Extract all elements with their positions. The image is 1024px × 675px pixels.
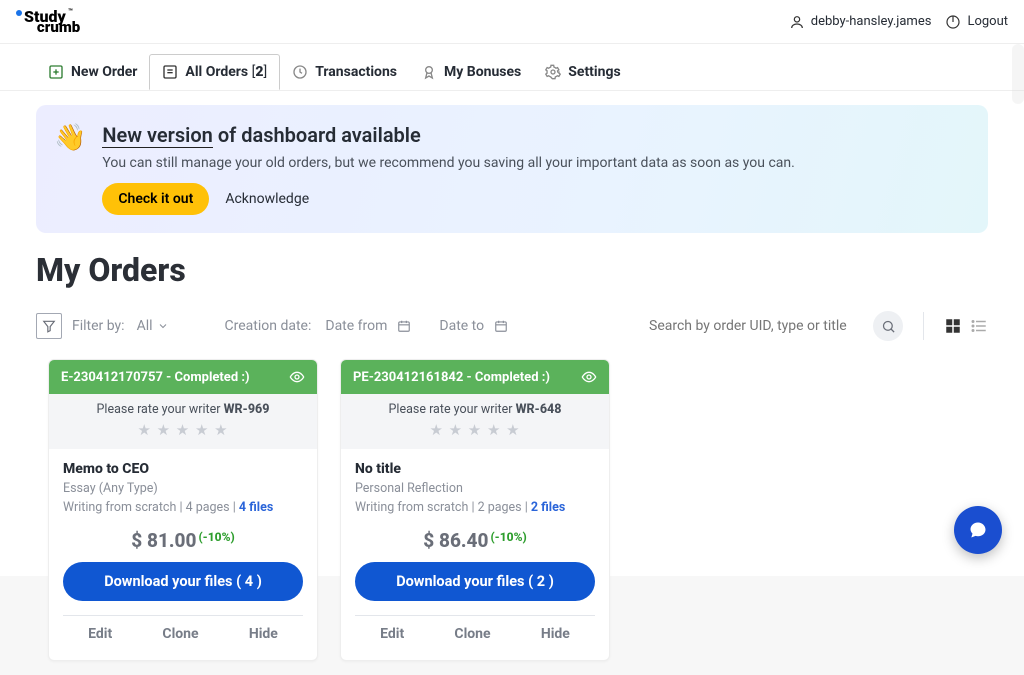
order-title: Memo to CEO [63, 461, 303, 477]
filter-icon[interactable] [36, 313, 62, 339]
calendar-icon [397, 319, 411, 333]
tab-settings[interactable]: Settings [533, 54, 632, 90]
logout-link[interactable]: Logout [945, 14, 1008, 30]
order-discount: (-10%) [490, 530, 526, 544]
order-price: $ 81.00 [131, 529, 196, 552]
page-title: My Orders [36, 251, 988, 289]
search-icon [881, 319, 896, 334]
brand-logo[interactable]: Study™ crumb [16, 9, 80, 35]
chat-icon [968, 520, 988, 540]
eye-icon[interactable] [289, 369, 305, 385]
chat-fab[interactable] [954, 506, 1002, 554]
badge-icon [421, 64, 437, 80]
edit-action[interactable]: Edit [380, 626, 404, 642]
tab-label: Settings [568, 64, 620, 80]
download-files-button[interactable]: Download your files ( 2 ) [355, 562, 595, 601]
order-discount: (-10%) [198, 530, 234, 544]
filter-by-label: Filter by: [72, 318, 125, 334]
person-icon [789, 14, 805, 30]
search-input[interactable] [649, 311, 869, 341]
order-type: Essay (Any Type) [63, 481, 303, 496]
order-card: E-230412170757 - Completed :) Please rat… [48, 359, 318, 661]
wave-icon: 👋 [54, 125, 86, 215]
edit-action[interactable]: Edit [88, 626, 112, 642]
rate-writer-row: Please rate your writer WR-648 ★ ★ ★ ★ ★ [341, 394, 609, 449]
files-link[interactable]: 4 files [239, 500, 273, 515]
order-card-header[interactable]: E-230412170757 - Completed :) [49, 360, 317, 394]
clone-action[interactable]: Clone [162, 626, 198, 642]
check-it-out-button[interactable]: Check it out [102, 183, 209, 215]
order-card: PE-230412161842 - Completed :) Please ra… [340, 359, 610, 661]
logout-icon [945, 14, 961, 30]
tab-label: New Order [71, 64, 137, 80]
version-banner: 👋 New version of dashboard available You… [36, 105, 988, 233]
rating-stars[interactable]: ★ ★ ★ ★ ★ [49, 421, 317, 439]
tab-new-order[interactable]: New Order [36, 54, 149, 90]
nav-tabs: New Order All Orders [2] Transactions My… [0, 44, 1024, 91]
calendar-icon [494, 319, 508, 333]
hide-action[interactable]: Hide [249, 626, 278, 642]
files-link[interactable]: 2 files [531, 500, 565, 515]
date-from-field[interactable]: Date from [325, 318, 411, 334]
filter-select[interactable]: All [137, 318, 169, 334]
clone-action[interactable]: Clone [454, 626, 490, 642]
date-to-field[interactable]: Date to [439, 318, 508, 334]
acknowledge-link[interactable]: Acknowledge [225, 191, 309, 207]
order-card-header[interactable]: PE-230412161842 - Completed :) [341, 360, 609, 394]
top-header: Study™ crumb debby-hansley.james Logout [0, 0, 1024, 44]
tab-label: All Orders [185, 64, 248, 80]
banner-body: You can still manage your old orders, bu… [102, 155, 794, 171]
order-detail: Writing from scratch | 2 pages | 2 files [355, 500, 595, 515]
order-detail: Writing from scratch | 4 pages | 4 files [63, 500, 303, 515]
tab-transactions[interactable]: Transactions [280, 54, 409, 90]
tab-label: Transactions [315, 64, 397, 80]
banner-title: New version of dashboard available [102, 123, 794, 147]
rate-writer-row: Please rate your writer WR-969 ★ ★ ★ ★ ★ [49, 394, 317, 449]
gear-icon [545, 64, 561, 80]
chevron-down-icon [157, 320, 169, 332]
order-title: No title [355, 461, 595, 477]
plus-square-icon [48, 64, 64, 80]
list-square-icon [162, 64, 178, 80]
download-files-button[interactable]: Download your files ( 4 ) [63, 562, 303, 601]
grid-view-toggle[interactable] [944, 317, 962, 335]
order-id-status: E-230412170757 - Completed :) [61, 370, 250, 385]
filter-bar: Filter by: All Creation date: Date from … [36, 311, 988, 341]
creation-date-label: Creation date: [225, 318, 312, 334]
search-button[interactable] [873, 311, 903, 341]
user-menu[interactable]: debby-hansley.james [789, 14, 932, 30]
tab-bonuses[interactable]: My Bonuses [409, 54, 533, 90]
hide-action[interactable]: Hide [541, 626, 570, 642]
list-view-toggle[interactable] [970, 317, 988, 335]
clock-icon [292, 64, 308, 80]
order-price: $ 86.40 [423, 529, 488, 552]
tab-all-orders[interactable]: All Orders [2] [149, 54, 280, 90]
order-id-status: PE-230412161842 - Completed :) [353, 370, 550, 385]
order-type: Personal Reflection [355, 481, 595, 496]
username-label: debby-hansley.james [811, 14, 932, 29]
eye-icon[interactable] [581, 369, 597, 385]
logout-label: Logout [967, 14, 1008, 29]
tab-label: My Bonuses [444, 64, 521, 80]
rating-stars[interactable]: ★ ★ ★ ★ ★ [341, 421, 609, 439]
